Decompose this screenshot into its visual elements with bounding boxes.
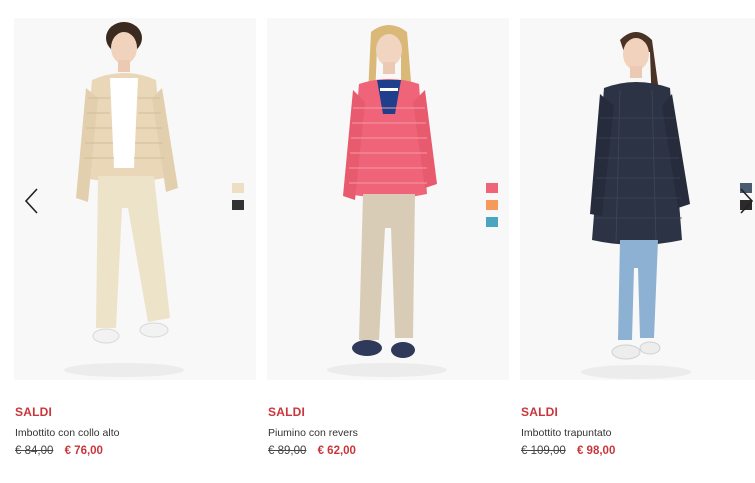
- color-swatch[interactable]: [486, 217, 498, 227]
- original-price: € 89,00: [268, 445, 307, 457]
- color-swatches: [232, 183, 244, 217]
- model-navy-coat-illustration: [520, 18, 755, 380]
- model-beige-jacket-illustration: [14, 18, 256, 380]
- product-name[interactable]: Piumino con revers: [268, 427, 358, 439]
- price-block: € 109,00 € 98,00: [521, 445, 615, 457]
- color-swatch[interactable]: [486, 200, 498, 210]
- color-swatch[interactable]: [232, 183, 244, 193]
- product-image[interactable]: [14, 18, 256, 380]
- product-image[interactable]: [267, 18, 509, 380]
- chevron-left-icon: [24, 188, 38, 214]
- product-name[interactable]: Imbottito trapuntato: [521, 427, 611, 439]
- color-swatch[interactable]: [232, 200, 244, 210]
- original-price: € 84,00: [15, 445, 54, 457]
- product-carousel: SALDI Imbottito con collo alto € 84,00 €…: [0, 0, 755, 483]
- original-price: € 109,00: [521, 445, 566, 457]
- product-card[interactable]: SALDI Imbottito con collo alto € 84,00 €…: [14, 0, 256, 483]
- product-card[interactable]: SALDI Imbottito trapuntato € 109,00 € 98…: [520, 0, 755, 483]
- carousel-next-button[interactable]: [736, 186, 755, 216]
- sale-badge: SALDI: [268, 405, 305, 419]
- sale-price: € 98,00: [576, 445, 616, 457]
- sale-badge: SALDI: [15, 405, 52, 419]
- model-pink-jacket-illustration: [267, 18, 509, 380]
- price-block: € 84,00 € 76,00: [15, 445, 103, 457]
- sale-price: € 76,00: [64, 445, 103, 457]
- sale-price: € 62,00: [317, 445, 356, 457]
- carousel-prev-button[interactable]: [22, 186, 42, 216]
- product-image[interactable]: [520, 18, 755, 380]
- product-card[interactable]: SALDI Piumino con revers € 89,00 € 62,00: [267, 0, 509, 483]
- color-swatch[interactable]: [486, 183, 498, 193]
- color-swatches: [486, 183, 498, 234]
- price-block: € 89,00 € 62,00: [268, 445, 356, 457]
- chevron-right-icon: [740, 188, 754, 214]
- sale-badge: SALDI: [521, 405, 558, 419]
- product-name[interactable]: Imbottito con collo alto: [15, 427, 119, 439]
